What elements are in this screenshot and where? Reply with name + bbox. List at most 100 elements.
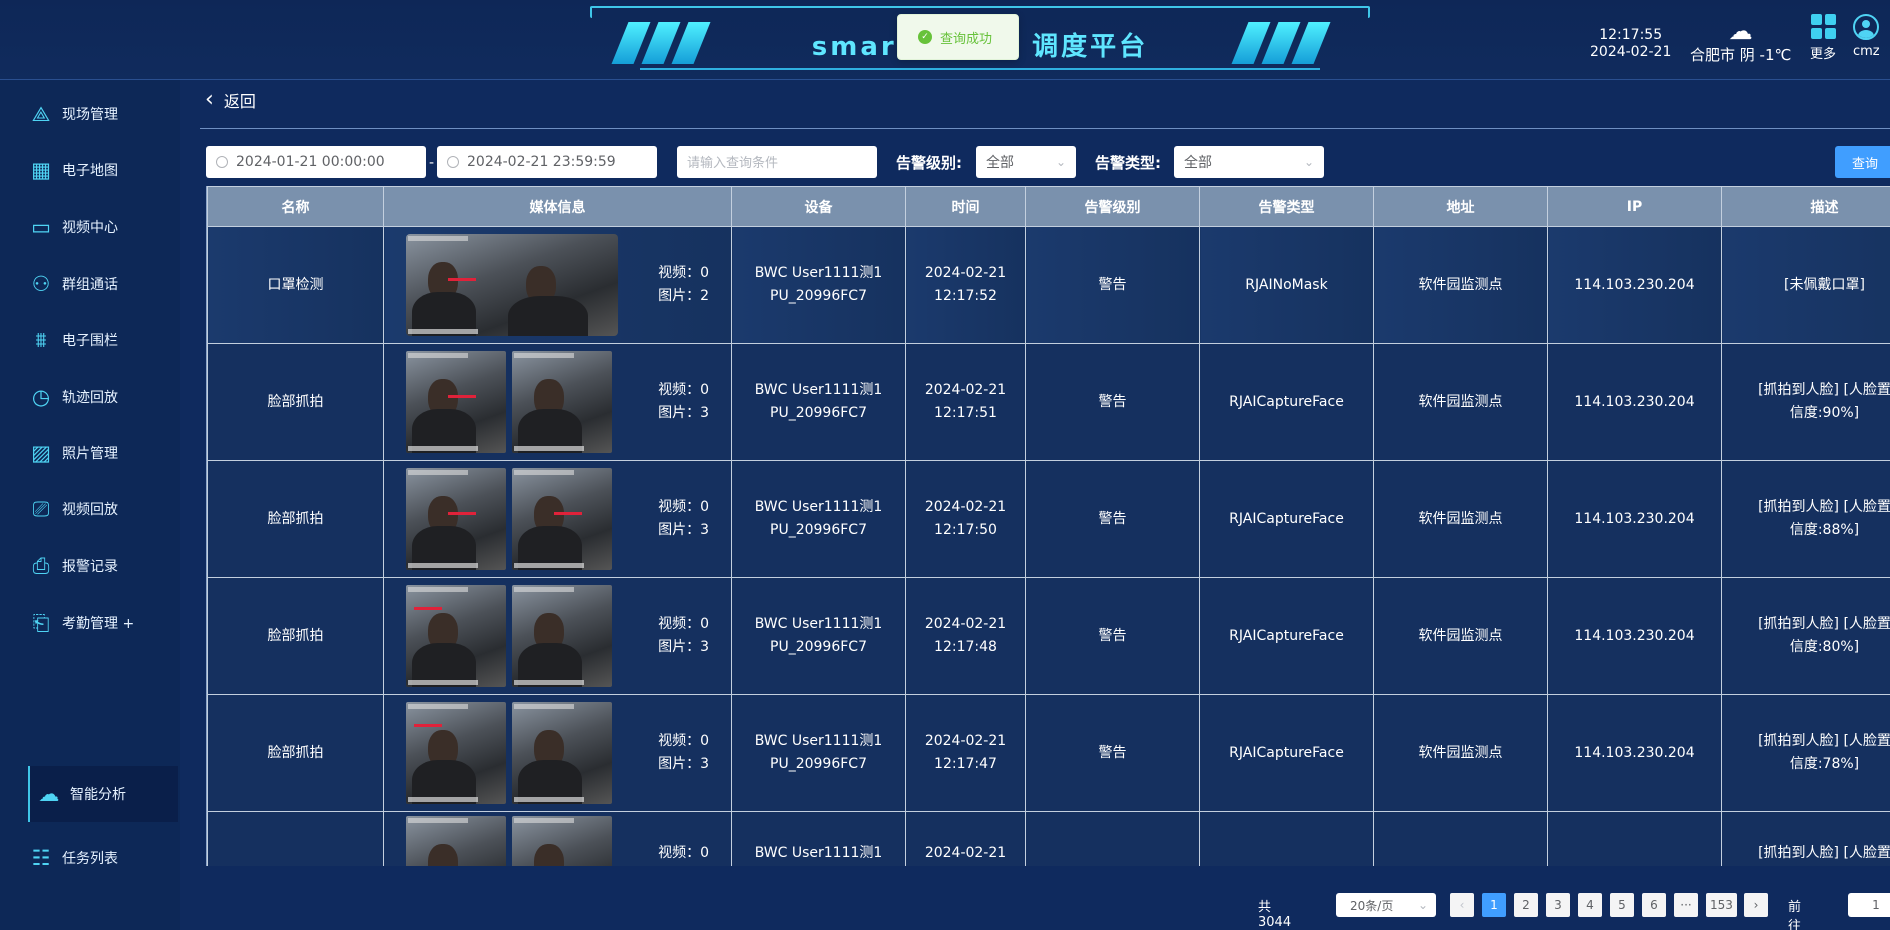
cell-address: 软件园监测点 [1373, 694, 1548, 812]
sidebar-item-video-replay[interactable]: ⎚ 视频回放 [28, 481, 178, 537]
clock-date: 2024-02-21 [1590, 44, 1672, 60]
cell-type: RJAICaptureFace [1199, 460, 1374, 578]
alarm-time: 12:17:52 [934, 288, 997, 304]
snapshot-thumbnail[interactable] [512, 702, 612, 804]
alarm-type-label: 告警类型: [1095, 154, 1161, 172]
sidebar-item-label: 轨迹回放 [62, 390, 118, 406]
snapshot-thumbnail[interactable] [512, 816, 612, 866]
image-count: 图片：3 [658, 639, 709, 655]
back-button[interactable]: ‹ 返回 [205, 88, 256, 112]
snapshot-thumbnail[interactable] [406, 468, 506, 570]
success-check-icon: ✓ [918, 30, 932, 44]
alarm-time: 12:17:48 [934, 639, 997, 655]
cell-type: RJAICaptureFace [1199, 343, 1374, 461]
query-button[interactable]: 查询 [1835, 146, 1890, 178]
cell-level: 警告 [1025, 343, 1200, 461]
sidebar-item-site-management[interactable]: ⟁ 现场管理 [28, 86, 178, 142]
sidebar-item-group-call[interactable]: ⚇ 群组通话 [28, 256, 178, 312]
alarm-level-label: 告警级别: [896, 154, 962, 172]
page-button[interactable]: 2 [1514, 893, 1538, 917]
cell-type: RJAICaptureFace [1199, 694, 1374, 812]
fence-icon: ⩩ [35, 327, 47, 352]
divider [200, 128, 1890, 129]
cell-level [1025, 811, 1200, 866]
snapshot-thumbnail[interactable] [406, 585, 506, 687]
sidebar-item-smart-analysis[interactable]: ☁ 智能分析 [28, 766, 178, 822]
snapshot-thumbnail[interactable] [406, 816, 506, 866]
cell-ip: 114.103.230.204 [1547, 694, 1722, 812]
cell-time: 2024-02-21 12:17:52 [905, 226, 1026, 344]
clock-icon [216, 156, 228, 168]
sidebar-item-label: 智能分析 [70, 787, 126, 803]
table-row[interactable]: 脸部抓拍 视频：0 图片：3 BWC User1111测1 PU_20996FC7 … [207, 694, 1890, 812]
snapshot-thumbnail[interactable] [406, 351, 506, 453]
sidebar-item-label: 任务列表 [62, 851, 118, 867]
sidebar-item-attendance[interactable]: ⎗ 考勤管理 + [28, 595, 178, 651]
group-icon: ⚇ [31, 272, 51, 296]
snapshot-thumbnail[interactable] [512, 351, 612, 453]
sidebar-item-track-replay[interactable]: ◷ 轨迹回放 [28, 369, 178, 425]
start-date-picker[interactable]: 2024-01-21 00:00:00 [206, 146, 426, 178]
cell-media: 视频：0 图片：3 [383, 460, 732, 578]
image-icon: ▨ [31, 441, 51, 465]
cell-media: 视频：0 图片：3 [383, 577, 732, 695]
page-button[interactable]: 1 [1482, 893, 1506, 917]
video-count: 视频：0 [658, 499, 709, 515]
video-count: 视频：0 [658, 845, 709, 861]
page-button[interactable]: 5 [1610, 893, 1634, 917]
weather-text: 合肥市 阴 -1℃ [1690, 46, 1792, 64]
user-menu[interactable]: cmz [1853, 14, 1880, 59]
alarm-level-select[interactable]: 全部 ⌄ [976, 146, 1076, 178]
sidebar-item-photos[interactable]: ▨ 照片管理 [28, 425, 178, 481]
snapshot-thumbnail[interactable] [406, 234, 618, 336]
sidebar-item-alarm-records[interactable]: ⎙ 报警记录 [28, 538, 178, 594]
chevron-right-icon: › [1753, 898, 1759, 912]
device-id: PU_20996FC7 [770, 288, 867, 304]
prev-page-button[interactable]: ‹ [1450, 893, 1474, 917]
page-button[interactable]: 4 [1578, 893, 1602, 917]
chevron-down-icon: ⌄ [1303, 155, 1314, 169]
sidebar-item-task-list[interactable]: ☷ 任务列表 [28, 830, 178, 886]
cell-device: BWC User1111测1 PU_20996FC7 [731, 460, 906, 578]
next-page-button[interactable]: › [1744, 893, 1768, 917]
table-row[interactable]: 视频：0 BWC User1111测1 2024-02-21 [抓拍到人脸] [… [207, 811, 1890, 866]
sidebar-item-label: 照片管理 [62, 446, 118, 462]
goto-page-input[interactable]: 1 [1848, 893, 1890, 917]
cell-description: [抓拍到人脸] [人脸置 信度:80%] [1721, 577, 1890, 695]
snapshot-thumbnail[interactable] [512, 585, 612, 687]
alarm-type-select[interactable]: 全部 ⌄ [1174, 146, 1324, 178]
table-row[interactable]: 脸部抓拍 视频：0 图片：3 BWC User1111测1 PU_20996FC7 … [207, 577, 1890, 695]
cell-media: 视频：0 图片：3 [383, 343, 732, 461]
alarm-time: 12:17:51 [934, 405, 997, 421]
page-size-select[interactable]: 20条/页 ⌄ [1336, 893, 1436, 917]
device-id: PU_20996FC7 [770, 522, 867, 538]
sidebar-item-map[interactable]: ▦ 电子地图 [28, 142, 178, 198]
snapshot-thumbnail[interactable] [512, 468, 612, 570]
chevron-down-icon: ⌄ [1055, 155, 1066, 169]
more-pages-button[interactable]: ··· [1674, 893, 1698, 917]
search-input[interactable] [677, 146, 877, 178]
cloud-analysis-icon: ☁ [38, 782, 60, 806]
table-row[interactable]: 脸部抓拍 视频：0 图片：3 BWC User1111测1 PU_20996FC7 … [207, 343, 1890, 461]
video-count: 视频：0 [658, 733, 709, 749]
end-date-picker[interactable]: 2024-02-21 23:59:59 [437, 146, 657, 178]
more-button[interactable]: 更多 [1810, 14, 1836, 62]
device-name: BWC User1111测1 [754, 733, 883, 749]
cell-name [207, 811, 384, 866]
sidebar-item-video-center[interactable]: ▭ 视频中心 [28, 199, 178, 255]
cloud-icon: ☁ [1728, 17, 1753, 45]
cell-level: 警告 [1025, 460, 1200, 578]
alarm-time: 12:17:47 [934, 756, 997, 772]
sidebar-item-fence[interactable]: ⩩ 电子围栏 [28, 312, 178, 368]
description-line: [抓拍到人脸] [人脸置 [1758, 499, 1890, 515]
page-button[interactable]: 153 [1706, 893, 1737, 917]
start-date-value: 2024-01-21 00:00:00 [236, 154, 385, 170]
cell-description: [抓拍到人脸] [人脸置 信度:90%] [1721, 343, 1890, 461]
table-row[interactable]: 脸部抓拍 视频：0 图片：3 BWC User1111测1 PU_20996FC7 … [207, 460, 1890, 578]
page-button[interactable]: 6 [1642, 893, 1666, 917]
page-button[interactable]: 3 [1546, 893, 1570, 917]
snapshot-thumbnail[interactable] [406, 702, 506, 804]
sidebar-item-label: 电子围栏 [62, 333, 118, 349]
top-header: smart 调度平台 ✓ 查询成功 12:17:55 2024-02-21 ☁ 合… [0, 0, 1890, 80]
table-row[interactable]: 口罩检测 视频：0 图片：2 BWC User1111测1 PU_20996FC7 … [207, 226, 1890, 344]
